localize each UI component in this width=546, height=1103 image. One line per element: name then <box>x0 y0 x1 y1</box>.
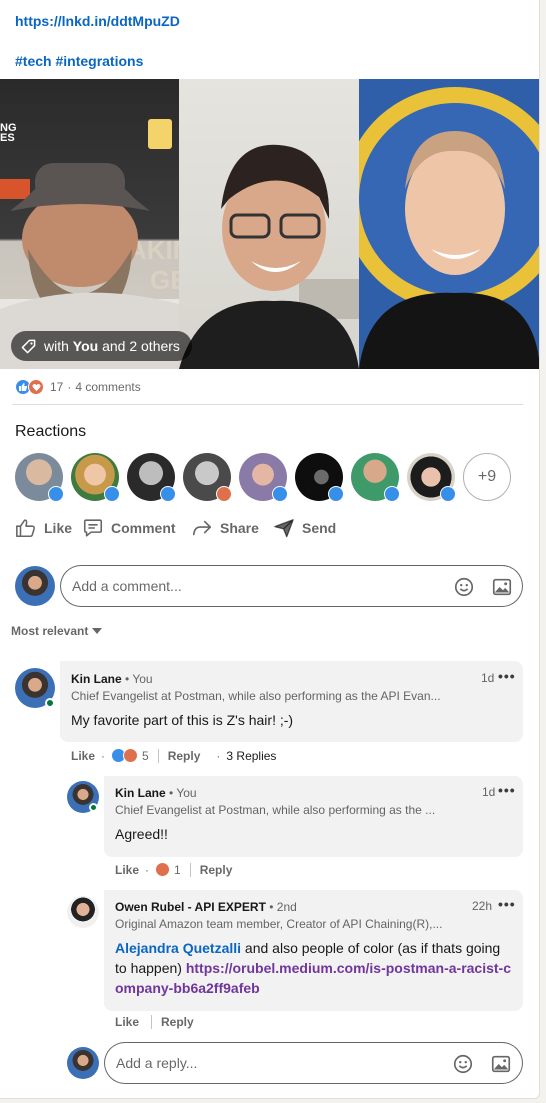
thumbs-up-icon <box>16 519 35 538</box>
svg-text:GE: GE <box>150 265 179 295</box>
like-label: Like <box>44 520 73 536</box>
action-separator: · <box>101 748 106 763</box>
comment-reply-button[interactable]: Reply <box>200 863 233 877</box>
comment-like-button[interactable]: Like <box>115 863 139 877</box>
commenter-name[interactable]: Kin Lane • You <box>71 672 153 686</box>
comment-like-button[interactable]: Like <box>115 1015 139 1029</box>
reply-bubble: Kin Lane • You Chief Evangelist at Postm… <box>104 776 523 857</box>
reply-input[interactable] <box>105 1043 425 1083</box>
online-status-indicator <box>45 698 55 708</box>
comment-reply-button[interactable]: Reply <box>168 749 201 763</box>
share-icon <box>192 520 212 536</box>
comment-icon <box>83 519 103 537</box>
more-options-icon[interactable]: ••• <box>498 896 516 912</box>
love-reaction-icon <box>155 862 171 877</box>
action-separator: · <box>145 862 150 877</box>
comment-like-button[interactable]: Like <box>71 749 95 763</box>
emoji-icon[interactable] <box>453 576 475 598</box>
reactions-title: Reactions <box>15 423 87 440</box>
comment-bubble: Kin Lane • You Chief Evangelist at Postm… <box>60 661 523 742</box>
mention-link[interactable]: Alejandra Quetzalli <box>115 940 241 956</box>
current-user-avatar[interactable] <box>67 1047 99 1079</box>
love-reaction-icon <box>216 486 232 502</box>
image-icon[interactable] <box>490 1053 512 1075</box>
post-hashtags[interactable]: #tech #integrations <box>15 53 143 69</box>
divider <box>12 404 523 405</box>
video-tag-text: with You and 2 others <box>44 338 180 354</box>
comment-reaction-count[interactable]: 5 <box>142 749 149 763</box>
emoji-icon[interactable] <box>452 1053 474 1075</box>
comment-box <box>60 565 523 607</box>
comment-text: Alejandra Quetzalli and also people of c… <box>115 940 512 996</box>
share-button[interactable]: Share <box>191 517 259 539</box>
comment-text: Agreed!! <box>115 826 168 842</box>
like-reaction-icon <box>48 486 64 502</box>
comment-time: 1d <box>481 671 495 685</box>
like-button[interactable]: Like <box>15 517 72 539</box>
more-reactors-button[interactable]: +9 <box>463 453 511 501</box>
video-participant-1: NG ES AKIN GE <box>0 79 179 369</box>
count-separator: · <box>67 380 72 394</box>
comment-button[interactable]: Comment <box>82 517 176 539</box>
comment-actions: Like · 1 Reply <box>115 862 232 877</box>
more-options-icon[interactable]: ••• <box>498 668 516 684</box>
video-participant-2 <box>179 79 359 369</box>
share-label: Share <box>220 520 259 536</box>
like-reaction-icon <box>104 486 120 502</box>
love-reaction-icon <box>123 748 139 763</box>
commenter-headline: Chief Evangelist at Postman, while also … <box>115 803 436 817</box>
comment-actions: Like Reply <box>115 1015 194 1029</box>
reply-box <box>104 1042 523 1084</box>
tag-icon <box>21 339 36 353</box>
comment-time: 22h <box>472 899 493 913</box>
post-link[interactable]: https://lnkd.in/ddtMpuZD <box>15 13 180 29</box>
send-button[interactable]: Send <box>273 517 336 539</box>
image-icon[interactable] <box>491 576 513 598</box>
commenter-headline: Chief Evangelist at Postman, while also … <box>71 689 441 703</box>
reaction-count[interactable]: 17 <box>50 380 63 394</box>
commenter-name[interactable]: Kin Lane • You <box>115 786 197 800</box>
current-user-avatar[interactable] <box>15 566 55 606</box>
online-status-indicator <box>89 803 98 812</box>
caret-down-icon <box>92 628 103 634</box>
video-player[interactable]: NG ES AKIN GE <box>0 79 539 369</box>
action-separator: · <box>216 748 221 763</box>
svg-text:ES: ES <box>0 132 15 144</box>
video-tag-pill[interactable]: with You and 2 others <box>11 331 192 361</box>
comment-actions: Like · 5 Reply · 3 Replies <box>71 748 276 763</box>
separator <box>189 862 191 877</box>
love-reaction-icon <box>28 379 44 395</box>
comment-reaction-count[interactable]: 1 <box>174 863 181 877</box>
reply-bubble: Owen Rubel - API EXPERT • 2nd Original A… <box>104 890 523 1011</box>
sort-dropdown[interactable]: Most relevant <box>11 624 103 638</box>
separator <box>151 1015 153 1029</box>
separator <box>157 748 159 763</box>
like-reaction-icon <box>272 486 288 502</box>
comment-time: 1d <box>482 785 496 799</box>
social-counts[interactable]: 17 · 4 comments <box>15 379 141 395</box>
like-reaction-icon <box>328 486 344 502</box>
view-replies-link[interactable]: 3 Replies <box>226 749 276 763</box>
comment-text: My favorite part of this is Z's hair! ;-… <box>71 712 294 728</box>
more-options-icon[interactable]: ••• <box>498 782 516 798</box>
commenter-avatar[interactable] <box>67 896 99 928</box>
video-participant-3 <box>359 79 539 369</box>
comment-input[interactable] <box>61 566 421 606</box>
post-card: https://lnkd.in/ddtMpuZD #tech #integrat… <box>0 0 540 1099</box>
commenter-headline: Original Amazon team member, Creator of … <box>115 917 443 931</box>
comment-label: Comment <box>111 520 176 536</box>
comments-count[interactable]: 4 comments <box>75 380 140 394</box>
send-label: Send <box>302 520 337 536</box>
like-reaction-icon <box>440 486 456 502</box>
like-reaction-icon <box>160 486 176 502</box>
like-reaction-icon <box>384 486 400 502</box>
send-icon <box>274 519 294 538</box>
commenter-name[interactable]: Owen Rubel - API EXPERT • 2nd <box>115 900 297 914</box>
comment-reply-button[interactable]: Reply <box>161 1015 194 1029</box>
sort-label: Most relevant <box>11 624 89 638</box>
